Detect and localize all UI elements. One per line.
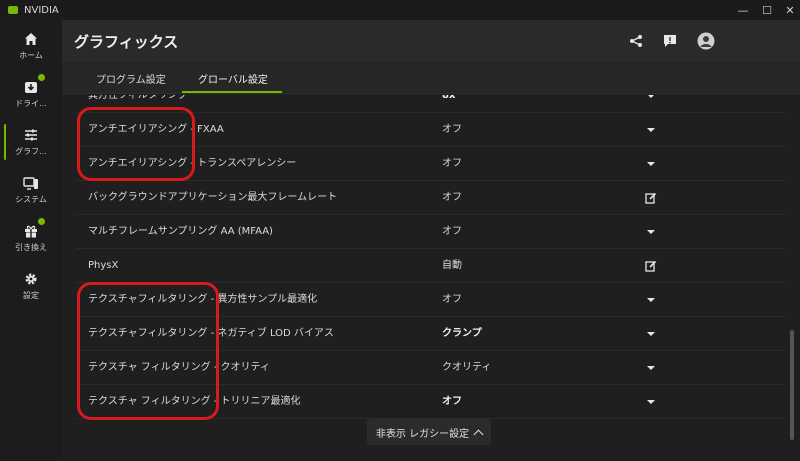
setting-value: オフ <box>442 192 462 203</box>
sidebar-item-drivers[interactable]: ドライ... <box>0 72 62 118</box>
avatar-icon[interactable] <box>696 31 716 51</box>
system-icon <box>21 174 41 192</box>
setting-name: バックグラウンドアプリケーション最大フレームレート <box>88 192 338 203</box>
setting-name: テクスチャ フィルタリング - クオリティ <box>88 362 270 373</box>
setting-row[interactable]: テクスチャ フィルタリング - トリリニア最適化 オフ <box>76 385 786 419</box>
sidebar: ホーム ドライ... グラフ... システム 引き換え 設定 <box>0 20 62 461</box>
setting-row[interactable]: 異方性フィルタリング 8x <box>76 95 786 113</box>
legacy-settings-toggle-button[interactable]: 非表示 レガシー設定 <box>367 419 491 445</box>
chevron-down-icon[interactable] <box>642 95 660 105</box>
setting-row[interactable]: テクスチャフィルタリング - ネガティブ LOD バイアス クランプ <box>76 317 786 351</box>
chevron-down-icon[interactable] <box>642 325 660 343</box>
settings-list: 異方性フィルタリング 8x アンチエイリアシング - FXAA オフ アンチエイ… <box>76 95 786 461</box>
chevron-down-icon[interactable] <box>642 393 660 411</box>
setting-name: マルチフレームサンプリング AA (MFAA) <box>88 226 273 237</box>
setting-value: クランプ <box>442 328 482 339</box>
sidebar-item-label: グラフ... <box>15 147 47 156</box>
sidebar-item-settings[interactable]: 設定 <box>0 264 62 310</box>
setting-row[interactable]: バックグラウンドアプリケーション最大フレームレート オフ <box>76 181 786 215</box>
setting-row[interactable]: テクスチャフィルタリング - 異方性サンプル最適化 オフ <box>76 283 786 317</box>
setting-name: 異方性フィルタリング <box>88 95 188 101</box>
minimize-button[interactable]: — <box>731 0 755 20</box>
setting-name: テクスチャ フィルタリング - トリリニア最適化 <box>88 396 301 407</box>
close-button[interactable]: ✕ <box>778 0 800 20</box>
setting-value: 自動 <box>442 260 462 271</box>
graphics-sliders-icon <box>21 126 41 144</box>
sidebar-item-label: システム <box>15 195 47 204</box>
setting-row[interactable]: アンチエイリアシング - FXAA オフ <box>76 113 786 147</box>
gear-icon <box>21 270 41 288</box>
setting-name: アンチエイリアシング - トランスペアレンシー <box>88 158 297 169</box>
app-title: NVIDIA <box>24 4 59 16</box>
setting-row[interactable]: PhysX 自動 <box>76 249 786 283</box>
chevron-down-icon[interactable] <box>642 121 660 139</box>
scrollbar[interactable] <box>790 330 794 440</box>
tab-bar: プログラム設定 グローバル設定 <box>62 62 800 94</box>
setting-value: オフ <box>442 294 462 305</box>
notification-badge <box>38 218 45 225</box>
setting-name: アンチエイリアシング - FXAA <box>88 124 224 135</box>
title-bar: NVIDIA — ☐ ✕ <box>0 0 800 20</box>
sidebar-item-label: 引き換え <box>15 243 47 252</box>
tab-global-settings[interactable]: グローバル設定 <box>198 62 268 94</box>
sidebar-item-graphics[interactable]: グラフ... <box>0 120 62 166</box>
chevron-down-icon[interactable] <box>642 291 660 309</box>
setting-row[interactable]: アンチエイリアシング - トランスペアレンシー オフ <box>76 147 786 181</box>
sidebar-item-redeem[interactable]: 引き換え <box>0 216 62 262</box>
gift-icon <box>21 218 45 240</box>
driver-icon <box>21 74 45 96</box>
setting-name: テクスチャフィルタリング - 異方性サンプル最適化 <box>88 294 318 305</box>
setting-row[interactable]: テクスチャ フィルタリング - クオリティ クオリティ <box>76 351 786 385</box>
active-tab-indicator <box>182 91 282 93</box>
setting-value: オフ <box>442 124 462 135</box>
setting-value: オフ <box>442 226 462 237</box>
page-header: グラフィックス <box>62 20 800 62</box>
edit-icon[interactable] <box>642 257 660 275</box>
main-panel: グラフィックス プログラム設定 グローバル設定 異方性フィルタリング 8x アン… <box>62 20 800 461</box>
setting-value: オフ <box>442 158 462 169</box>
chevron-down-icon[interactable] <box>642 223 660 241</box>
setting-value: 8x <box>442 95 456 101</box>
setting-name: PhysX <box>88 260 119 271</box>
sidebar-item-label: ドライ... <box>15 99 47 108</box>
home-icon <box>21 30 41 48</box>
feedback-icon[interactable] <box>660 31 680 51</box>
setting-value: オフ <box>442 396 462 407</box>
sidebar-item-label: 設定 <box>23 291 39 300</box>
notification-badge <box>38 74 45 81</box>
share-icon[interactable] <box>626 31 646 51</box>
setting-name: テクスチャフィルタリング - ネガティブ LOD バイアス <box>88 328 334 339</box>
nvidia-logo-icon <box>8 6 18 14</box>
legacy-button-label: 非表示 レガシー設定 <box>375 428 470 440</box>
setting-value: クオリティ <box>442 362 492 373</box>
sidebar-item-home[interactable]: ホーム <box>0 24 62 70</box>
chevron-down-icon[interactable] <box>642 359 660 377</box>
chevron-up-icon <box>473 429 484 439</box>
page-title: グラフィックス <box>74 33 179 51</box>
tab-program-settings[interactable]: プログラム設定 <box>96 62 166 94</box>
setting-row[interactable]: マルチフレームサンプリング AA (MFAA) オフ <box>76 215 786 249</box>
sidebar-item-system[interactable]: システム <box>0 168 62 214</box>
edit-icon[interactable] <box>642 189 660 207</box>
maximize-button[interactable]: ☐ <box>755 0 779 20</box>
sidebar-item-label: ホーム <box>19 51 43 60</box>
chevron-down-icon[interactable] <box>642 155 660 173</box>
